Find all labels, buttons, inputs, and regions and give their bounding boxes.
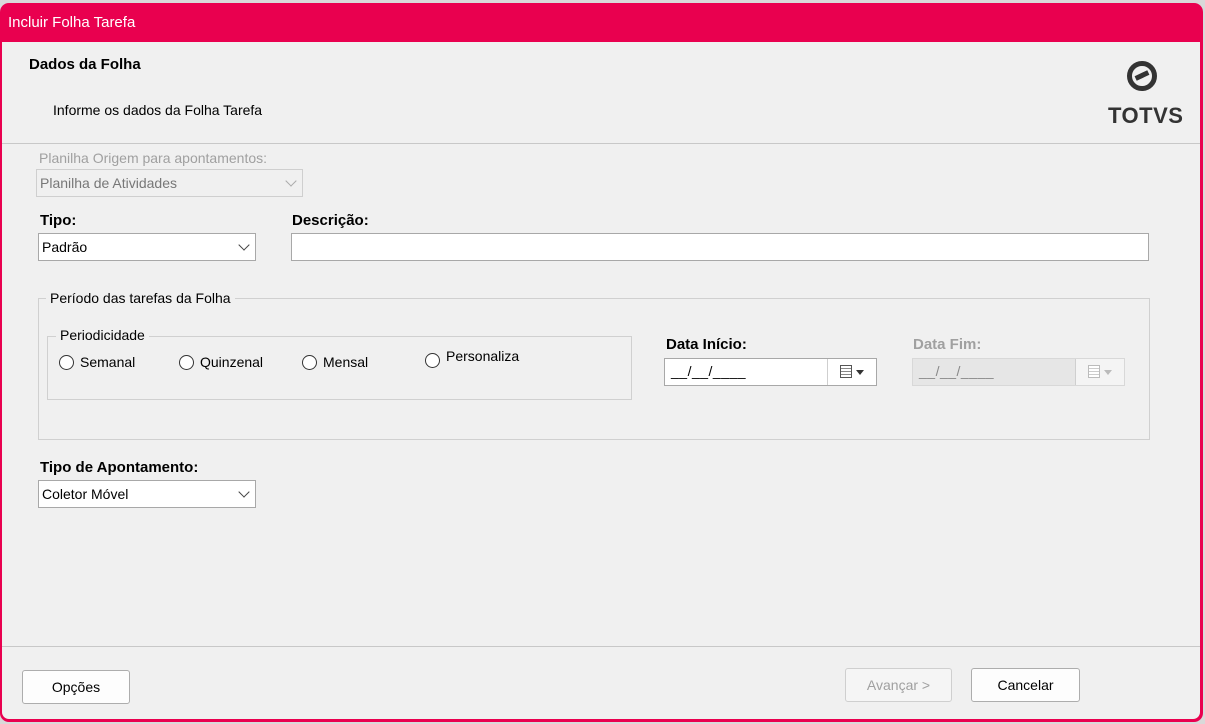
descricao-input[interactable] [291,233,1149,261]
planilha-label: Planilha Origem para apontamentos: [39,150,268,166]
tipo-apontamento-value: Coletor Móvel [42,486,129,502]
radio-label: Mensal [323,354,369,370]
data-inicio-label: Data Início: [666,336,747,353]
descricao-label: Descrição: [292,212,369,229]
data-fim-field[interactable]: __/__/____ [912,358,1125,386]
tipo-apontamento-select[interactable]: Coletor Móvel [38,480,256,508]
header-subtitle: Informe os dados da Folha Tarefa [53,102,263,118]
tipo-select-value: Padrão [42,239,88,255]
cancelar-button[interactable]: Cancelar [971,668,1080,702]
radio-circle-icon [59,354,74,370]
chevron-down-icon [285,175,297,187]
radio-label: Personaliza [446,348,520,364]
data-fim-value: __/__/____ [919,363,995,379]
periodicidade-group-label: Periodicidade [56,327,149,343]
opcoes-button[interactable]: Opções [22,670,130,704]
radio-circle-icon [425,353,440,368]
header-divider [2,143,1200,144]
dropdown-arrow-icon [1104,370,1112,375]
radio-personaliza[interactable]: Personaliza [425,348,519,368]
data-fim-label: Data Fim: [913,336,982,353]
data-fim-calendar-button[interactable] [1075,359,1124,385]
chevron-down-icon [238,486,250,498]
radio-circle-icon [179,354,194,370]
dialog-window: Incluir Folha Tarefa Dados da Folha Info… [0,3,1203,722]
totvs-logo-text: TOTVS [1108,103,1184,128]
tipo-select[interactable]: Padrão [38,233,256,261]
dropdown-arrow-icon [856,370,864,375]
avancar-button[interactable]: Avançar > [845,668,952,702]
data-inicio-value: __/__/____ [671,363,747,379]
radio-semanal[interactable]: Semanal [59,354,135,370]
footer-divider [2,646,1200,647]
tipo-label: Tipo: [40,212,77,229]
planilha-select-value: Planilha de Atividades [40,175,177,191]
periodo-group-label: Período das tarefas da Folha [46,290,235,306]
dialog-client: Dados da Folha Informe os dados da Folha… [2,42,1200,719]
calendar-icon [1088,365,1100,378]
data-inicio-field[interactable]: __/__/____ [664,358,877,386]
header-title: Dados da Folha [29,56,141,73]
chevron-down-icon [238,239,250,251]
radio-label: Quinzenal [200,354,264,370]
radio-mensal[interactable]: Mensal [302,354,368,370]
window-title: Incluir Folha Tarefa [8,14,136,31]
radio-quinzenal[interactable]: Quinzenal [179,354,263,370]
planilha-select[interactable]: Planilha de Atividades [36,169,303,197]
radio-label: Semanal [80,354,136,370]
data-inicio-calendar-button[interactable] [827,359,876,385]
radio-circle-icon [302,354,317,370]
calendar-icon [840,365,852,378]
tipo-apontamento-label: Tipo de Apontamento: [40,459,199,476]
